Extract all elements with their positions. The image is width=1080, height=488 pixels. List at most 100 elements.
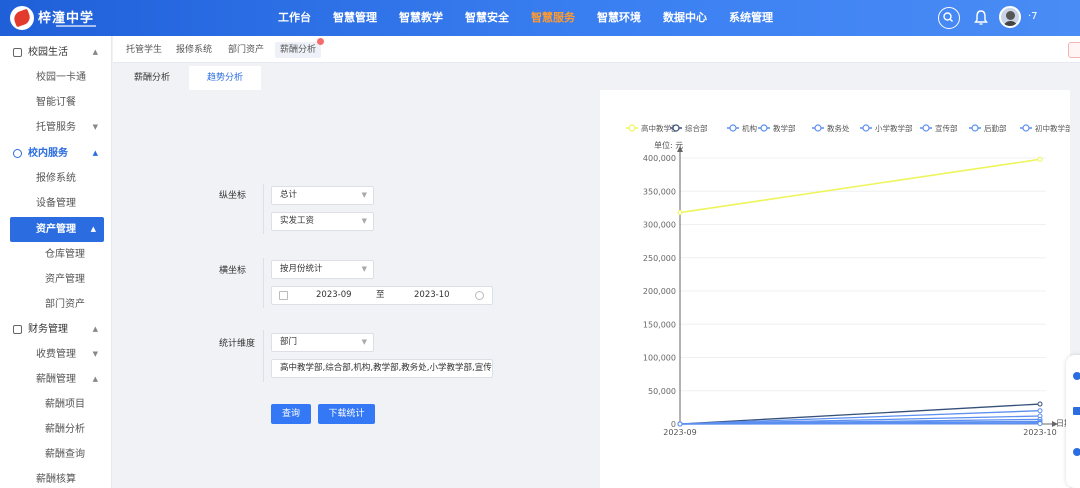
data-point	[1037, 401, 1043, 407]
floating-toolbar	[1066, 355, 1080, 488]
settings-icon[interactable]	[1073, 448, 1080, 456]
nav-smart-service[interactable]: 智慧服务	[531, 0, 575, 36]
y-axis-select-field[interactable]: 实发工资 ▼	[271, 212, 374, 231]
sidebar-group-finance[interactable]: 财务管理 ▲	[0, 317, 111, 342]
tab-dept-assets[interactable]: 部门资产	[223, 42, 269, 58]
chevron-down-icon: ▼	[361, 265, 367, 273]
data-point	[677, 421, 683, 427]
legend-label: 宣传部	[935, 123, 958, 133]
legend-label: 综合部	[685, 123, 708, 133]
sidebar-item-warehouse[interactable]: 仓库管理	[0, 242, 111, 267]
query-button[interactable]: 查询	[271, 404, 311, 424]
search-icon[interactable]	[938, 7, 960, 29]
tab-salary-analysis[interactable]: 薪酬分析	[275, 38, 325, 58]
sidebar-item-salary-query[interactable]: 薪酬查询	[0, 442, 111, 467]
sidebar-item-custody-service[interactable]: 托管服务 ▼	[0, 115, 111, 140]
school-subtitle-bar	[56, 25, 96, 27]
chevron-up-icon: ▲	[92, 149, 98, 157]
dimension-label: 统计维度	[219, 339, 256, 349]
chevron-down-icon: ▼	[361, 217, 367, 225]
user-name[interactable]: ·7	[1028, 11, 1038, 22]
data-point	[1037, 421, 1043, 427]
sidebar-item-asset-management[interactable]: 资产管理 ▲	[10, 217, 104, 242]
download-stats-button[interactable]: 下载统计	[318, 404, 375, 424]
x-tick-label: 2023-10	[1023, 428, 1056, 437]
sidebar-item-assets[interactable]: 资产管理	[0, 267, 111, 292]
home-icon	[13, 48, 22, 57]
sidebar-item-repair-system[interactable]: 报修系统	[0, 166, 111, 191]
nav-smart-environment[interactable]: 智慧环境	[597, 0, 641, 36]
y-tick-label: 150,000	[643, 320, 676, 329]
y-tick-label: 350,000	[643, 187, 676, 196]
filter-form: 纵坐标 总计 ▼ 实发工资 ▼ 横坐标 按月份统计 ▼ 2023-09 至 2023-…	[113, 90, 598, 488]
tab-repair-system[interactable]: 报修系统	[171, 42, 217, 58]
legend-label: 机构	[742, 123, 757, 133]
trend-chart-panel: 0 50,000 100,000 150,000 200,000 250,000 300,0…	[600, 90, 1070, 488]
page-tabs: 托管学生 报修系统 部门资产 薪酬分析	[113, 36, 1080, 63]
legend-label: 初中教学部	[1035, 123, 1070, 133]
legend-label: 小学教学部	[875, 123, 913, 133]
legend-label: 教学部	[773, 123, 796, 133]
chevron-up-icon: ▲	[92, 375, 98, 383]
chevron-up-icon: ▲	[92, 48, 98, 56]
sidebar-item-salary-accounting[interactable]: 薪酬核算	[0, 467, 111, 488]
date-range-picker[interactable]: 2023-09 至 2023-10	[271, 286, 493, 305]
subtab-salary-analysis[interactable]: 薪酬分析	[121, 66, 183, 90]
sidebar-item-salary-items[interactable]: 薪酬项目	[0, 392, 111, 417]
y-tick-label: 400,000	[643, 154, 676, 163]
tab-custody-students[interactable]: 托管学生	[121, 42, 167, 58]
nav-system-management[interactable]: 系统管理	[729, 0, 773, 36]
legend-marker	[760, 124, 768, 132]
help-icon[interactable]	[1073, 372, 1080, 380]
series-line	[679, 158, 1041, 214]
subtab-trend-analysis[interactable]: 趋势分析	[189, 66, 261, 90]
y-tick-label: 300,000	[643, 221, 676, 230]
y-tick-label: 50,000	[648, 387, 676, 396]
divider	[263, 184, 264, 234]
document-icon[interactable]	[1073, 407, 1080, 415]
nav-data-center[interactable]: 数据中心	[663, 0, 707, 36]
chevron-up-icon: ▲	[92, 325, 98, 333]
sidebar-group-campus-life[interactable]: 校园生活 ▲	[0, 40, 111, 65]
chevron-down-icon: ▼	[92, 350, 98, 358]
sidebar-item-equipment[interactable]: 设备管理	[0, 191, 111, 216]
sidebar-item-salary-analysis[interactable]: 薪酬分析	[0, 417, 111, 442]
y-axis-title: 单位: 元	[654, 140, 683, 150]
legend-marker	[1022, 124, 1030, 132]
date-end[interactable]: 2023-10	[414, 287, 450, 304]
sidebar-item-salary-management[interactable]: 薪酬管理 ▲	[0, 367, 111, 392]
nav-smart-teaching[interactable]: 智慧教学	[399, 0, 443, 36]
chevron-down-icon: ▼	[361, 191, 367, 199]
sidebar-item-dept-assets[interactable]: 部门资产	[0, 292, 111, 317]
y-axis-select-total[interactable]: 总计 ▼	[271, 186, 374, 205]
close-badge-icon[interactable]	[317, 38, 325, 45]
nav-smart-safety[interactable]: 智慧安全	[465, 0, 509, 36]
divider	[263, 330, 264, 382]
sidebar-item-fee-management[interactable]: 收费管理 ▼	[0, 342, 111, 367]
legend-label: 教务处	[827, 123, 850, 133]
avatar[interactable]	[999, 6, 1021, 28]
sidebar-group-campus-service[interactable]: 校内服务 ▲	[0, 141, 111, 166]
bell-icon[interactable]	[970, 7, 992, 29]
sidebar-item-campus-card[interactable]: 校园一卡通	[0, 65, 111, 90]
dimension-values-select[interactable]: 高中教学部,综合部,机构,教学部,教务处,小学教学部,宣传部,	[271, 359, 493, 378]
nav-smart-management[interactable]: 智慧管理	[333, 0, 377, 36]
refresh-icon[interactable]	[1068, 42, 1080, 58]
dimension-select[interactable]: 部门 ▼	[271, 333, 374, 352]
date-start[interactable]: 2023-09	[316, 287, 352, 304]
legend-marker	[672, 124, 680, 132]
clear-icon[interactable]	[475, 291, 484, 300]
main-nav: 工作台 智慧管理 智慧教学 智慧安全 智慧服务 智慧环境 数据中心 系统管理	[278, 0, 795, 36]
tab-label: 薪酬分析	[280, 45, 317, 55]
legend-marker	[922, 124, 930, 132]
trend-line-chart: 050,000100,000150,000200,000250,000300,0…	[626, 123, 1070, 437]
top-header: 梓潼中学 工作台 智慧管理 智慧教学 智慧安全 智慧服务 智慧环境 数据中心 系…	[0, 0, 1080, 36]
date-separator: 至	[376, 290, 385, 300]
nav-workbench[interactable]: 工作台	[278, 0, 311, 36]
legend-marker	[862, 124, 870, 132]
legend-marker	[729, 124, 737, 132]
sidebar-item-smart-meal[interactable]: 智能订餐	[0, 90, 111, 115]
y-tick-label: 250,000	[643, 254, 676, 263]
analysis-subtabs: 薪酬分析 趋势分析	[113, 64, 1080, 90]
x-axis-select[interactable]: 按月份统计 ▼	[271, 260, 374, 279]
